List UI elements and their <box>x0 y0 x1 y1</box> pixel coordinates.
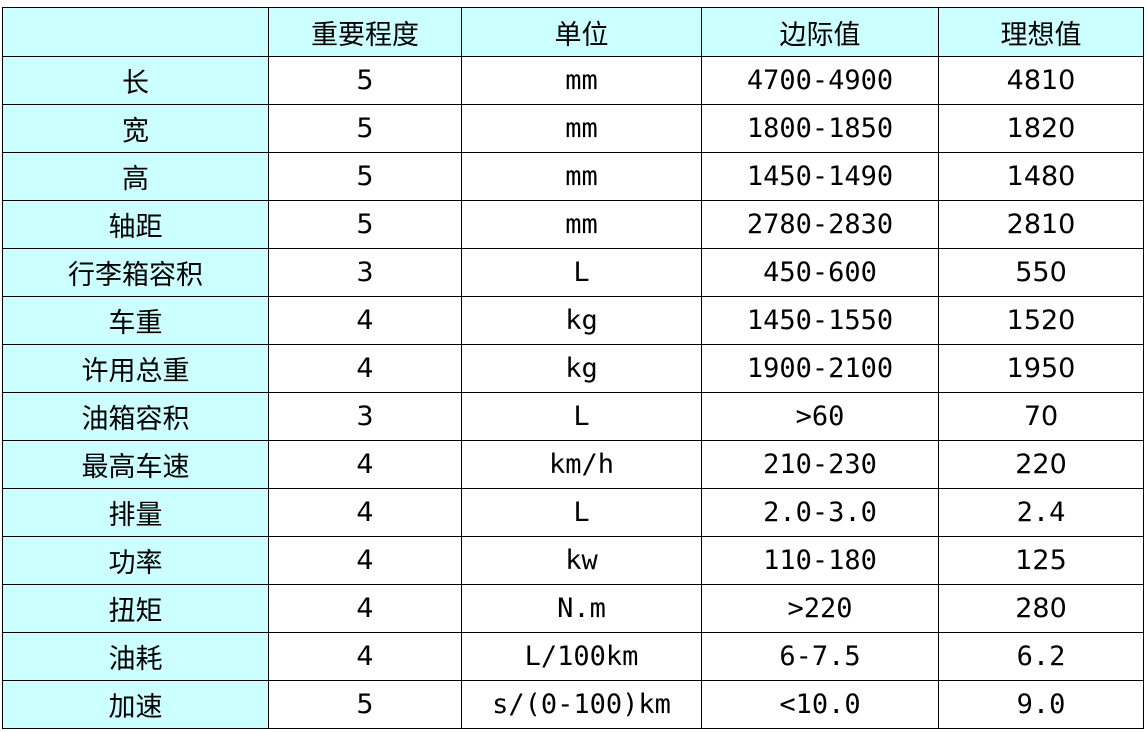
importance-cell: 4 <box>268 584 462 633</box>
header-corner-cell <box>2 7 269 57</box>
importance-cell: 4 <box>268 296 462 345</box>
row-label: 长 <box>2 56 269 105</box>
importance-cell: 3 <box>268 392 462 441</box>
range-cell: >220 <box>701 584 939 633</box>
row-label: 最高车速 <box>2 440 269 489</box>
unit-cell: L <box>461 488 702 537</box>
unit-cell: L <box>461 392 702 441</box>
ideal-cell: 220 <box>938 440 1144 489</box>
range-cell: 1800-1850 <box>701 104 939 153</box>
unit-cell: mm <box>461 200 702 249</box>
unit-cell: mm <box>461 104 702 153</box>
row-label: 扭矩 <box>2 584 269 633</box>
ideal-cell: 1480 <box>938 152 1144 201</box>
importance-cell: 3 <box>268 248 462 297</box>
importance-cell: 5 <box>268 56 462 105</box>
importance-cell: 5 <box>268 200 462 249</box>
unit-cell: L <box>461 248 702 297</box>
importance-cell: 4 <box>268 344 462 393</box>
importance-cell: 4 <box>268 440 462 489</box>
range-cell: 110-180 <box>701 536 939 585</box>
table-row: 车重 4 kg 1450-1550 1520 <box>2 296 1144 345</box>
row-label: 轴距 <box>2 200 269 249</box>
importance-cell: 4 <box>268 488 462 537</box>
table-row: 油箱容积 3 L >60 70 <box>2 392 1144 441</box>
unit-cell: L/100km <box>461 632 702 681</box>
unit-cell: mm <box>461 152 702 201</box>
unit-cell: mm <box>461 56 702 105</box>
header-ideal: 理想值 <box>938 7 1144 57</box>
unit-cell: N.m <box>461 584 702 633</box>
row-label: 车重 <box>2 296 269 345</box>
importance-cell: 4 <box>268 632 462 681</box>
unit-cell: kg <box>461 344 702 393</box>
ideal-cell: 70 <box>938 392 1144 441</box>
table-row: 最高车速 4 km/h 210-230 220 <box>2 440 1144 489</box>
unit-cell: s/(0-100)km <box>461 680 702 729</box>
table-row: 扭矩 4 N.m >220 280 <box>2 584 1144 633</box>
ideal-cell: 4810 <box>938 56 1144 105</box>
range-cell: 1450-1490 <box>701 152 939 201</box>
table-row: 排量 4 L 2.0-3.0 2.4 <box>2 488 1144 537</box>
ideal-cell: 2.4 <box>938 488 1144 537</box>
importance-cell: 5 <box>268 104 462 153</box>
ideal-cell: 550 <box>938 248 1144 297</box>
unit-cell: km/h <box>461 440 702 489</box>
ideal-cell: 1520 <box>938 296 1144 345</box>
row-label: 加速 <box>2 680 269 729</box>
range-cell: 2780-2830 <box>701 200 939 249</box>
table-row: 加速 5 s/(0-100)km <10.0 9.0 <box>2 680 1144 729</box>
table-row: 轴距 5 mm 2780-2830 2810 <box>2 200 1144 249</box>
table-row: 高 5 mm 1450-1490 1480 <box>2 152 1144 201</box>
importance-cell: 4 <box>268 536 462 585</box>
header-unit: 单位 <box>461 7 702 57</box>
range-cell: 450-600 <box>701 248 939 297</box>
table-row: 许用总重 4 kg 1900-2100 1950 <box>2 344 1144 393</box>
ideal-cell: 6.2 <box>938 632 1144 681</box>
ideal-cell: 280 <box>938 584 1144 633</box>
unit-cell: kw <box>461 536 702 585</box>
header-importance: 重要程度 <box>268 7 462 57</box>
ideal-cell: 1820 <box>938 104 1144 153</box>
header-range: 边际值 <box>701 7 939 57</box>
table-row: 行李箱容积 3 L 450-600 550 <box>2 248 1144 297</box>
table-row: 功率 4 kw 110-180 125 <box>2 536 1144 585</box>
importance-cell: 5 <box>268 152 462 201</box>
row-label: 许用总重 <box>2 344 269 393</box>
ideal-cell: 9.0 <box>938 680 1144 729</box>
row-label: 高 <box>2 152 269 201</box>
range-cell: 6-7.5 <box>701 632 939 681</box>
range-cell: 1900-2100 <box>701 344 939 393</box>
spec-table: 重要程度 单位 边际值 理想值 长 5 mm 4700-4900 4810 宽 … <box>2 7 1144 729</box>
range-cell: <10.0 <box>701 680 939 729</box>
row-label: 宽 <box>2 104 269 153</box>
table-row: 长 5 mm 4700-4900 4810 <box>2 56 1144 105</box>
ideal-cell: 2810 <box>938 200 1144 249</box>
row-label: 功率 <box>2 536 269 585</box>
ideal-cell: 1950 <box>938 344 1144 393</box>
table-row: 油耗 4 L/100km 6-7.5 6.2 <box>2 632 1144 681</box>
table-row: 宽 5 mm 1800-1850 1820 <box>2 104 1144 153</box>
range-cell: 1450-1550 <box>701 296 939 345</box>
range-cell: 210-230 <box>701 440 939 489</box>
range-cell: >60 <box>701 392 939 441</box>
ideal-cell: 125 <box>938 536 1144 585</box>
row-label: 油箱容积 <box>2 392 269 441</box>
importance-cell: 5 <box>268 680 462 729</box>
row-label: 行李箱容积 <box>2 248 269 297</box>
range-cell: 4700-4900 <box>701 56 939 105</box>
row-label: 排量 <box>2 488 269 537</box>
unit-cell: kg <box>461 296 702 345</box>
row-label: 油耗 <box>2 632 269 681</box>
range-cell: 2.0-3.0 <box>701 488 939 537</box>
table-header-row: 重要程度 单位 边际值 理想值 <box>2 7 1144 57</box>
